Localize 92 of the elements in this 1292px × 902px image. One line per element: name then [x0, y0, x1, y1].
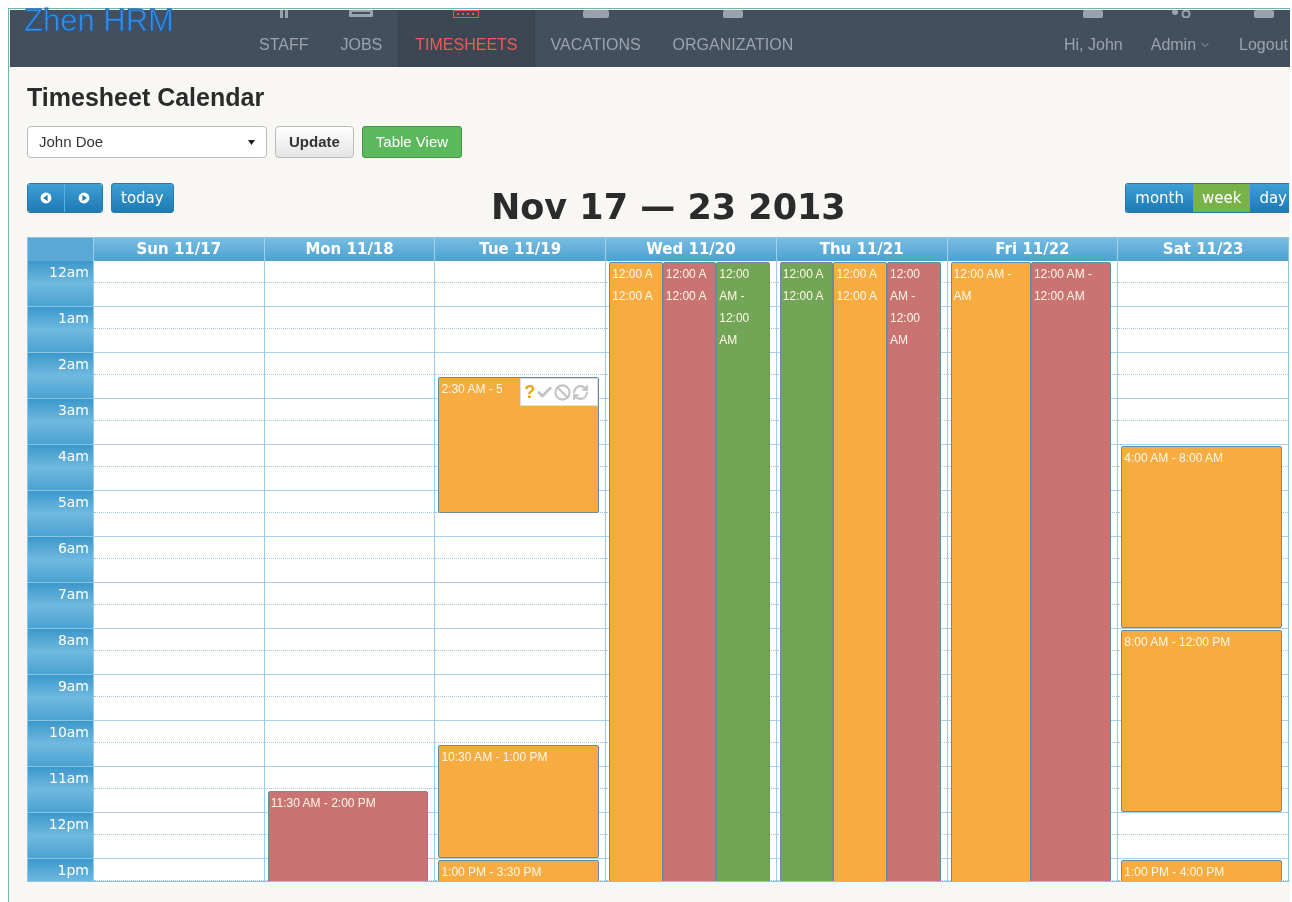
event-time-label: 10:30 AM - 1:00 PM	[440, 749, 549, 766]
event-time-label: 1:00 PM - 3:30 PM	[440, 864, 543, 881]
timesheet-event[interactable]: 12:00 A 12:00 A	[833, 262, 887, 881]
timesheet-event[interactable]: 10:30 AM - 1:00 PM	[438, 745, 600, 858]
event-time-label: 12:00	[889, 266, 922, 283]
hour-label: 3am	[28, 399, 93, 445]
nav-tab[interactable]: JOBS	[324, 10, 399, 67]
hour-label: 4am	[28, 445, 93, 491]
timesheet-event[interactable]: 12:00 A 12:00 A	[779, 262, 834, 881]
table-view-button[interactable]: Table View	[361, 126, 463, 158]
next-button[interactable]	[65, 184, 102, 212]
hour-label: 9am	[28, 675, 93, 721]
timesheet-event[interactable]: 2:30 AM - 5 ?	[438, 377, 600, 513]
event-time-label: 12:00 AM -	[1032, 266, 1093, 283]
hour-label: 7am	[28, 583, 93, 629]
event-time-label: 12:00 A	[611, 288, 654, 305]
hour-label: 10am	[28, 721, 93, 767]
event-time-label: 2:30 AM - 5	[440, 381, 504, 398]
day-header: Sun 11/17	[93, 238, 264, 261]
hour-label: 8am	[28, 629, 93, 675]
hour-label: 11am	[28, 767, 93, 813]
timesheet-event[interactable]: 1:00 PM - 3:30 PM	[438, 860, 600, 881]
app-logo: Zhen HRM	[24, 3, 174, 39]
timesheet-event[interactable]: 12:00 A 12:00 A	[662, 262, 717, 881]
calendar-icon	[453, 10, 480, 18]
event-time-label: 12:00	[718, 266, 751, 283]
hour-label: 2am	[28, 353, 93, 399]
reject-ban-icon[interactable]	[554, 383, 572, 401]
timesheet-event[interactable]: 11:30 AM - 2:00 PM	[267, 791, 429, 881]
nav-link[interactable]: Logout	[1225, 10, 1290, 67]
hour-label: 12pm	[28, 813, 93, 859]
event-time-label: 12:00 A	[664, 266, 708, 283]
page-title: Timesheet Calendar	[27, 82, 265, 113]
event-time-label: 12:00 A	[835, 288, 879, 305]
event-time-label: AM -	[718, 288, 746, 305]
nav-link[interactable]: Admin	[1136, 10, 1226, 67]
event-time-label: 12:00 A	[781, 266, 825, 283]
today-button[interactable]: today	[111, 183, 174, 213]
event-time-label: 11:30 AM - 2:00 PM	[269, 795, 377, 812]
nav-tab[interactable]: VACATIONS	[534, 10, 657, 67]
employee-select[interactable]: John Doe	[27, 126, 267, 158]
header-corner	[28, 238, 93, 261]
timesheet-event[interactable]: 1:00 PM - 4:00 PM	[1121, 860, 1282, 881]
event-time-label: 12:00 A	[781, 288, 825, 305]
timesheet-event[interactable]: 12:00 AM - 12:00 AM	[1030, 262, 1112, 881]
box-icon	[722, 10, 743, 18]
event-time-label: AM -	[889, 288, 917, 305]
day-header: Sat 11/23	[1117, 238, 1288, 261]
day-header: Fri 11/22	[946, 238, 1118, 261]
day-header: Tue 11/19	[434, 238, 606, 261]
nav-link[interactable]: Hi, John	[1050, 10, 1137, 67]
previous-button[interactable]	[28, 184, 65, 212]
nav-tab[interactable]: ORGANIZATION	[656, 10, 810, 67]
event-time-label: 12:00	[718, 310, 751, 327]
timesheet-event[interactable]: 12:00 AM - 12:00 AM	[716, 262, 770, 881]
hour-label: 1pm	[28, 859, 93, 881]
update-button[interactable]: Update	[275, 126, 354, 158]
event-time-label: 4:00 AM - 8:00 AM	[1123, 450, 1224, 467]
box-icon	[1083, 10, 1104, 18]
hour-label: 5am	[28, 491, 93, 537]
event-time-label: AM	[889, 332, 909, 349]
week-range-title: Nov 17 — 23 2013	[491, 186, 846, 229]
hour-label: 1am	[28, 307, 93, 353]
dropdown-caret-icon	[248, 139, 255, 145]
day-header: Thu 11/21	[775, 238, 947, 261]
box-icon	[1253, 10, 1274, 18]
event-time-label: 1:00 PM - 4:00 PM	[1123, 864, 1226, 881]
day-header: Mon 11/18	[263, 238, 435, 261]
event-time-label: 12:00 AM -	[952, 266, 1013, 283]
nav-tab[interactable]: STAFF	[243, 10, 325, 67]
event-time-label: 12:00 A	[664, 288, 708, 305]
event-time-label: 12:00 A	[611, 266, 654, 283]
timesheet-event[interactable]: 12:00 AM - 12:00 AM	[887, 262, 941, 881]
event-time-label: AM	[952, 288, 973, 305]
view-tab[interactable]: day	[1250, 184, 1289, 212]
nav-tab[interactable]: TIMESHEETS	[398, 10, 535, 67]
event-time-label: 12:00	[889, 310, 922, 327]
timesheet-event[interactable]: 12:00 AM - AM	[950, 262, 1031, 881]
pending-status-mark[interactable]: ?	[524, 383, 536, 401]
timesheet-event[interactable]: 4:00 AM - 8:00 AM	[1121, 446, 1282, 628]
hour-label: 6am	[28, 537, 93, 583]
view-tab[interactable]: week	[1193, 184, 1251, 212]
refresh-icon[interactable]	[572, 383, 590, 401]
event-time-label: 12:00 AM	[1032, 288, 1086, 305]
day-header: Wed 11/20	[605, 238, 776, 261]
view-tab[interactable]: month	[1126, 184, 1193, 212]
event-time-label: 8:00 AM - 12:00 PM	[1123, 634, 1232, 651]
event-time-label: 12:00 A	[835, 266, 879, 283]
timesheet-event[interactable]: 8:00 AM - 12:00 PM	[1121, 630, 1282, 812]
hour-label: 12am	[28, 261, 93, 307]
event-time-label: AM	[718, 332, 739, 349]
timesheet-event[interactable]: 12:00 A 12:00 A	[609, 262, 663, 881]
